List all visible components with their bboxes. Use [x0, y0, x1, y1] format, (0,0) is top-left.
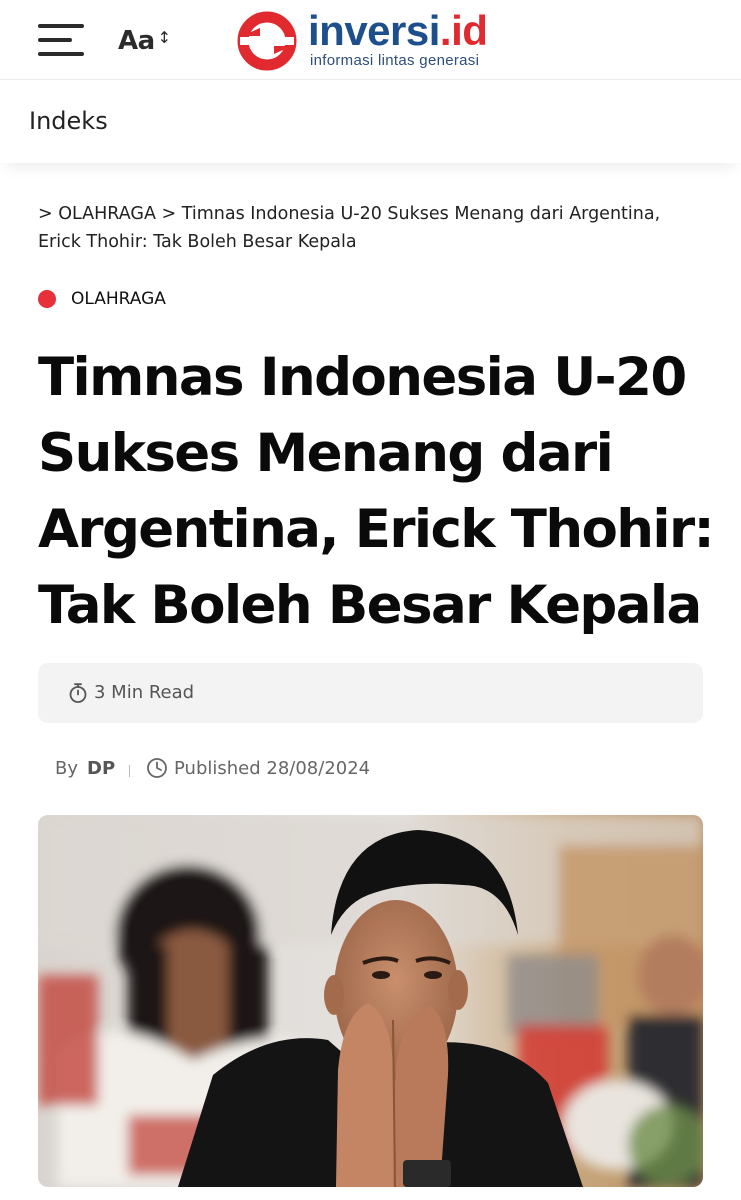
top-navbar: Aa ↕ inversi.id informasi lintas generasi	[0, 0, 741, 80]
font-size-label: Aa	[118, 26, 155, 56]
logo-mark-icon	[237, 11, 297, 71]
index-link[interactable]: Indeks	[29, 107, 108, 135]
meta-divider	[129, 765, 130, 777]
stopwatch-icon	[69, 683, 87, 703]
breadcrumb[interactable]: > OLAHRAGA > Timnas Indonesia U-20 Sukse…	[38, 200, 678, 256]
logo-wordmark: inversi.id	[308, 7, 488, 54]
read-time-box: 3 Min Read	[38, 663, 703, 723]
hamburger-menu-icon[interactable]	[38, 24, 84, 56]
clock-icon	[147, 758, 167, 778]
index-bar: Indeks	[0, 81, 741, 163]
article-hero-image[interactable]	[38, 815, 703, 1187]
author-link[interactable]: DP	[87, 758, 115, 779]
article-title: Timnas Indonesia U-20 Sukses Menang dari…	[38, 347, 715, 636]
font-size-button[interactable]: Aa ↕	[118, 26, 171, 56]
read-time-text: 3 Min Read	[94, 682, 195, 703]
published-date: Published 28/08/2024	[174, 758, 371, 779]
by-label: By	[55, 758, 79, 779]
up-down-arrow-icon: ↕	[157, 28, 171, 47]
category-label: OLAHRAGA	[71, 289, 166, 309]
logo-tagline: informasi lintas generasi	[310, 52, 480, 69]
category-dot-icon	[38, 290, 56, 308]
